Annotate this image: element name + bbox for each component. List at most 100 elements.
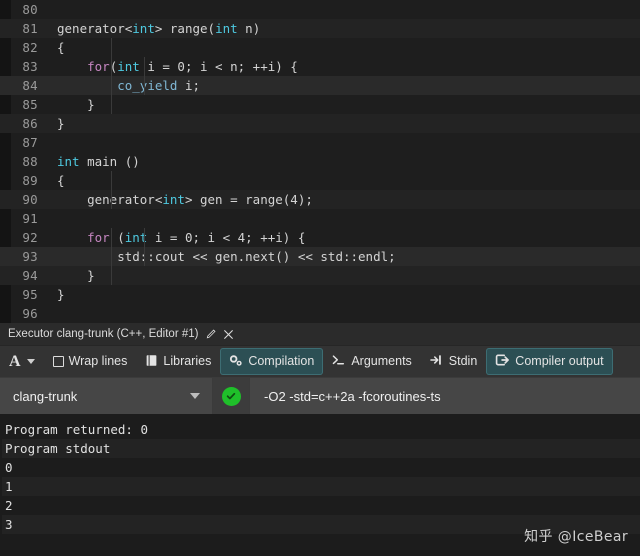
code-token: > range(: [154, 21, 216, 36]
code-line-content: }: [46, 266, 640, 285]
line-number: 95: [22, 287, 38, 302]
tab-compilation[interactable]: Compilation: [220, 348, 324, 375]
code-line-content: for (int i = 0; i < 4; ++i) {: [46, 228, 640, 247]
sign-out-icon: [495, 354, 510, 369]
output-line: Program stdout: [2, 439, 640, 458]
line-number: 82: [22, 40, 38, 55]
line-number: 81: [22, 21, 38, 36]
code-line-content: co_yield i;: [46, 76, 640, 95]
pencil-icon[interactable]: [205, 328, 217, 340]
output-line: Program returned: 0: [5, 422, 148, 437]
font-size-button[interactable]: A: [0, 346, 44, 377]
code-line[interactable]: 89 {: [0, 171, 640, 190]
executor-pane: Executor clang-trunk (C++, Editor #1) A …: [0, 323, 640, 556]
code-line[interactable]: 91: [0, 209, 640, 228]
code-token: for: [87, 230, 110, 245]
line-number: 92: [22, 230, 38, 245]
chevron-down-icon: [190, 393, 200, 399]
code-token: }: [57, 116, 65, 131]
code-line[interactable]: 82 {: [0, 38, 640, 57]
line-number: 94: [22, 268, 38, 283]
compile-status: [213, 378, 250, 414]
code-line[interactable]: 83 for(int i = 0; i < n; ++i) {: [0, 57, 640, 76]
code-token: co_yield: [117, 78, 178, 93]
line-number: 91: [22, 211, 38, 226]
sign-in-icon: [430, 354, 444, 369]
pane-title-text: Executor clang-trunk (C++, Editor #1): [8, 328, 199, 340]
line-number: 86: [22, 116, 38, 131]
output-line-list: Program returned: 0 Program stdout 0 1 2 3: [2, 420, 640, 534]
code-token: generator<: [57, 192, 163, 207]
code-line[interactable]: 94 }: [0, 266, 640, 285]
code-line[interactable]: 85 }: [0, 95, 640, 114]
checkbox-icon: [52, 356, 64, 367]
indent-guide: [144, 76, 145, 95]
compiler-select[interactable]: clang-trunk: [0, 378, 213, 414]
code-token: n): [237, 21, 261, 36]
stdin-label: Stdin: [448, 354, 478, 369]
code-line[interactable]: 80: [0, 0, 640, 19]
code-line[interactable]: 92 for (int i = 0; i < 4; ++i) {: [0, 228, 640, 247]
code-line[interactable]: 90 generator<int> gen = range(4);: [0, 190, 640, 209]
code-line[interactable]: 81 generator<int> range(int n): [0, 19, 640, 38]
wrap-lines-toggle[interactable]: Wrap lines: [44, 346, 137, 377]
arguments-label: Arguments: [351, 354, 412, 369]
code-line-content: for(int i = 0; i < n; ++i) {: [46, 57, 640, 76]
code-line-list: 80 81 generator<int> range(int n) 82{83 for…: [0, 0, 640, 323]
code-token: std::cout << gen.next() << std::endl;: [57, 249, 396, 264]
indent-guide: [111, 95, 112, 114]
code-token: {: [57, 173, 65, 188]
close-icon[interactable]: [223, 329, 234, 340]
indent-guide: [111, 171, 112, 190]
tab-arguments[interactable]: Arguments: [323, 346, 420, 377]
font-a-icon: A: [9, 352, 21, 370]
code-token: int: [162, 192, 185, 207]
code-token: int: [215, 21, 238, 36]
code-token: }: [57, 287, 65, 302]
line-number: 90: [22, 192, 38, 207]
check-circle-icon: [221, 386, 241, 406]
indent-guide: [144, 228, 145, 247]
indent-guide: [111, 57, 112, 76]
code-editor[interactable]: 80 81 generator<int> range(int n) 82{83 for…: [0, 0, 640, 323]
libraries-button[interactable]: Libraries: [136, 346, 220, 377]
code-line[interactable]: 93 std::cout << gen.next() << std::endl;: [0, 247, 640, 266]
code-token: i = 0; i < 4; ++i) {: [147, 230, 306, 245]
code-line[interactable]: 84 co_yield i;: [0, 76, 640, 95]
code-line[interactable]: 88 int main (): [0, 152, 640, 171]
code-line[interactable]: 95}: [0, 285, 640, 304]
code-line[interactable]: 87: [0, 133, 640, 152]
line-number: 80: [22, 2, 38, 17]
indent-guide: [144, 247, 145, 266]
code-line[interactable]: 86}: [0, 114, 640, 133]
code-token: generator<: [57, 21, 133, 36]
code-token: i;: [177, 78, 201, 93]
line-number: 96: [22, 306, 38, 321]
compiler-name: clang-trunk: [13, 388, 78, 404]
tab-stdin[interactable]: Stdin: [421, 346, 487, 377]
compiler-output-label: Compiler output: [515, 354, 604, 369]
program-output[interactable]: Program returned: 0 Program stdout 0 1 2 3 知乎…: [0, 414, 640, 556]
tab-compiler-output[interactable]: Compiler output: [486, 348, 613, 375]
libraries-label: Libraries: [163, 354, 212, 369]
code-line-content: int main (): [46, 152, 640, 171]
compiler-selection-row: clang-trunk -O2 -std=c++2a -fcoroutines-…: [0, 377, 640, 414]
code-token: for: [87, 59, 110, 74]
output-line: 0: [5, 460, 13, 475]
code-token: i = 0; i < n; ++i) {: [139, 59, 298, 74]
compilation-label: Compilation: [248, 354, 315, 369]
output-line: 2: [5, 498, 13, 513]
line-number: 87: [22, 135, 38, 150]
line-number: 89: [22, 173, 38, 188]
code-line-content: generator<int> range(int n): [46, 19, 640, 38]
code-line-content: {: [46, 171, 640, 190]
code-line[interactable]: 96: [0, 304, 640, 323]
code-token: int: [132, 21, 155, 36]
code-token: }: [57, 97, 95, 112]
line-number: 85: [22, 97, 38, 112]
output-line: 3: [2, 515, 640, 534]
compiler-options-input[interactable]: -O2 -std=c++2a -fcoroutines-ts: [250, 378, 640, 414]
